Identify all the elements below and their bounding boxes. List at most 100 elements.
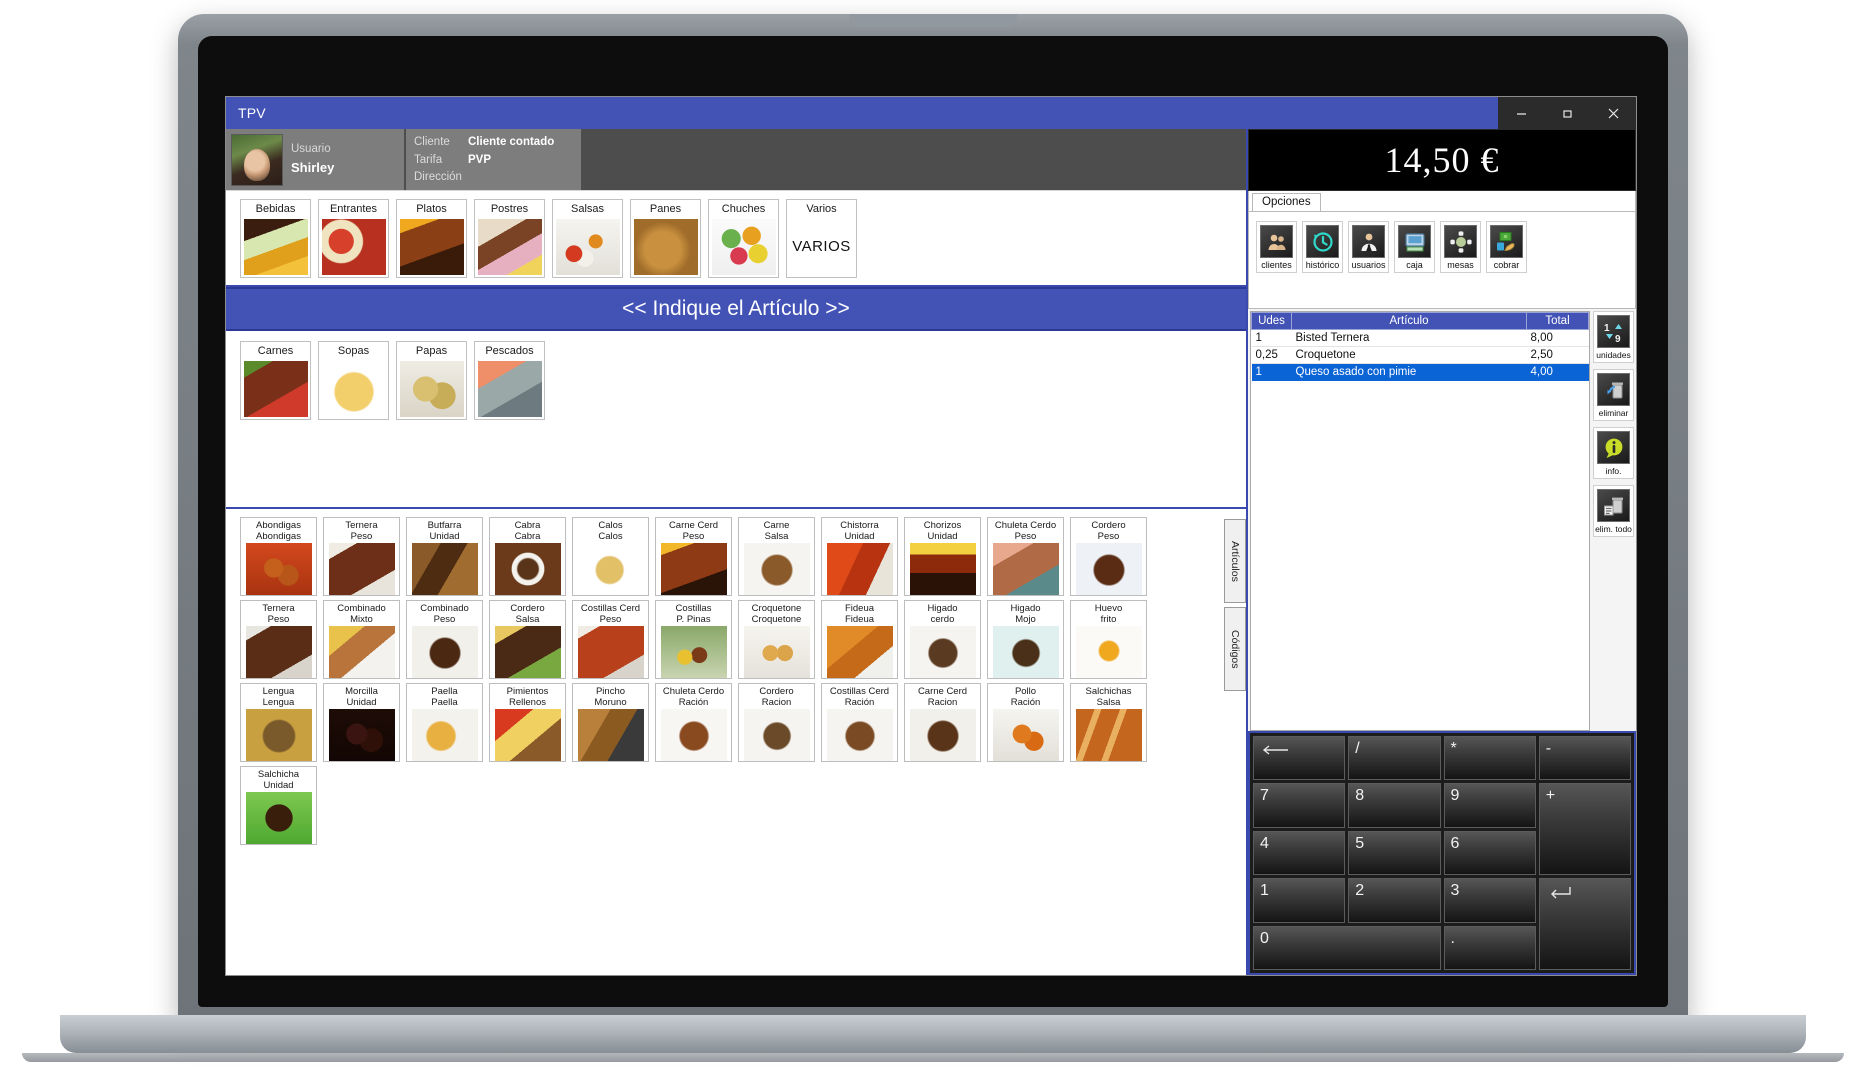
product-button[interactable]: Combinado Mixto [323, 600, 400, 679]
product-button[interactable]: Carne Salsa [738, 517, 815, 596]
category-button-postres[interactable]: Postres [474, 199, 545, 278]
key-decimal[interactable]: . [1443, 925, 1536, 970]
key-0[interactable]: 0 [1253, 925, 1441, 970]
category-thumbnail [477, 218, 542, 275]
product-label-line2: cerdo [930, 613, 955, 624]
product-button[interactable]: Carne Cerd Peso [655, 517, 732, 596]
product-button[interactable]: Huevo frito [1070, 600, 1147, 679]
key-backspace[interactable] [1253, 736, 1346, 781]
key-minus[interactable]: - [1538, 736, 1631, 781]
product-button[interactable]: Abondigas Abondigas [240, 517, 317, 596]
product-button[interactable]: Cordero Racion [738, 683, 815, 762]
product-button[interactable]: Cordero Peso [1070, 517, 1147, 596]
product-button[interactable]: Chorizos Unidad [904, 517, 981, 596]
product-button[interactable]: Croquetone Croquetone [738, 600, 815, 679]
ticket-row[interactable]: 1 Bisted Ternera 8,00 [1251, 329, 1589, 347]
product-button[interactable]: Higado cerdo [904, 600, 981, 679]
key-divide[interactable]: / [1348, 736, 1441, 781]
ticket-action-info[interactable]: info. [1593, 427, 1634, 479]
product-label-line2: Cabra [514, 530, 541, 541]
product-label-line1: Fideua [844, 603, 875, 614]
close-icon[interactable] [1590, 97, 1636, 129]
subcategory-button-carnes[interactable]: Carnes [240, 341, 311, 420]
product-button[interactable]: Cordero Salsa [489, 600, 566, 679]
key-7[interactable]: 7 [1253, 783, 1346, 828]
product-button[interactable]: Carne Cerd Racion [904, 683, 981, 762]
minimize-icon[interactable] [1498, 97, 1544, 129]
key-6[interactable]: 6 [1443, 830, 1536, 876]
product-button[interactable]: Salchichas Salsa [1070, 683, 1147, 762]
product-thumbnail [494, 626, 561, 678]
product-label-line1: Ternera [262, 603, 295, 614]
ticket-action-elimtodo[interactable]: elim. todo [1593, 485, 1634, 537]
option-button-histrico[interactable]: histórico [1302, 221, 1343, 273]
column-header-articulo: Artículo [1291, 312, 1527, 330]
side-tab-codigos[interactable]: Códigos [1224, 607, 1246, 691]
tab-opciones[interactable]: Opciones [1252, 193, 1321, 211]
key-label: 8 [1355, 787, 1365, 805]
product-button[interactable]: Ternera Peso [240, 600, 317, 679]
category-button-panes[interactable]: Panes [630, 199, 701, 278]
client-box[interactable]: Cliente Cliente contado Tarifa PVP Direc… [406, 129, 581, 190]
option-button-cobrar[interactable]: cobrar [1486, 221, 1527, 273]
user-box[interactable]: Usuario Shirley [226, 129, 404, 190]
product-button[interactable]: Higado Mojo [987, 600, 1064, 679]
ticket-row[interactable]: 1 Queso asado con pimie 4,00 [1251, 363, 1589, 381]
product-button[interactable]: Lengua Lengua [240, 683, 317, 762]
category-button-varios[interactable]: Varios VARIOS [786, 199, 857, 278]
category-button-chuches[interactable]: Chuches [708, 199, 779, 278]
category-button-platos[interactable]: Platos [396, 199, 467, 278]
product-button[interactable]: Pimientos Rellenos [489, 683, 566, 762]
product-button[interactable]: Costillas Cerd Peso [572, 600, 649, 679]
subcategory-button-sopas[interactable]: Sopas [318, 341, 389, 420]
option-button-caja[interactable]: caja [1394, 221, 1435, 273]
key-5[interactable]: 5 [1348, 830, 1441, 876]
product-button[interactable]: Chistorra Unidad [821, 517, 898, 596]
key-1[interactable]: 1 [1253, 878, 1346, 923]
product-button[interactable]: Combinado Peso [406, 600, 483, 679]
ticket-row[interactable]: 0,25 Croquetone 2,50 [1251, 346, 1589, 364]
restore-icon[interactable] [1544, 97, 1590, 129]
product-button[interactable]: Pollo Ración [987, 683, 1064, 762]
subcategory-button-pescados[interactable]: Pescados [474, 341, 545, 420]
product-button[interactable]: Calos Calos [572, 517, 649, 596]
key-2[interactable]: 2 [1348, 878, 1441, 923]
product-label-line2: Racion [927, 696, 958, 707]
option-button-clientes[interactable]: clientes [1256, 221, 1297, 273]
side-tab-articulos[interactable]: Artículos [1224, 519, 1246, 603]
key-enter[interactable] [1538, 878, 1631, 970]
product-button[interactable]: Fideua Fideua [821, 600, 898, 679]
key-9[interactable]: 9 [1443, 783, 1536, 828]
option-button-mesas[interactable]: mesas [1440, 221, 1481, 273]
product-button[interactable]: Chuleta Cerdo Peso [987, 517, 1064, 596]
product-thumbnail [992, 543, 1059, 595]
product-button[interactable]: Morcilla Unidad [323, 683, 400, 762]
category-button-salsas[interactable]: Salsas [552, 199, 623, 278]
subcategory-button-papas[interactable]: Papas [396, 341, 467, 420]
category-button-entrantes[interactable]: Entrantes [318, 199, 389, 278]
key-4[interactable]: 4 [1253, 830, 1346, 876]
ticket-action-unidades[interactable]: 1 9 unidades [1593, 311, 1634, 363]
product-button[interactable]: Salchicha Unidad [240, 766, 317, 845]
product-button[interactable]: Cabra Cabra [489, 517, 566, 596]
side-tab-label: Códigos [1229, 629, 1241, 669]
product-button[interactable]: Paella Paella [406, 683, 483, 762]
product-button[interactable]: Costillas P. Pinas [655, 600, 732, 679]
product-button[interactable]: Butfarra Unidad [406, 517, 483, 596]
category-label: Platos [416, 203, 447, 215]
option-button-usuarios[interactable]: usuarios [1348, 221, 1389, 273]
key-plus[interactable]: + [1538, 783, 1631, 876]
product-thumbnail [660, 543, 727, 595]
product-thumbnail [909, 543, 976, 595]
product-label-line1: Cordero [510, 603, 545, 614]
key-multiply[interactable]: * [1443, 736, 1536, 781]
product-button[interactable]: Ternera Peso [323, 517, 400, 596]
ticket-action-eliminar[interactable]: eliminar [1593, 369, 1634, 421]
product-button[interactable]: Costillas Cerd Ración [821, 683, 898, 762]
product-label-line1: Abondigas [256, 520, 301, 531]
key-3[interactable]: 3 [1443, 878, 1536, 923]
key-8[interactable]: 8 [1348, 783, 1441, 828]
product-button[interactable]: Chuleta Cerdo Ración [655, 683, 732, 762]
product-button[interactable]: Pincho Moruno [572, 683, 649, 762]
category-button-bebidas[interactable]: Bebidas [240, 199, 311, 278]
